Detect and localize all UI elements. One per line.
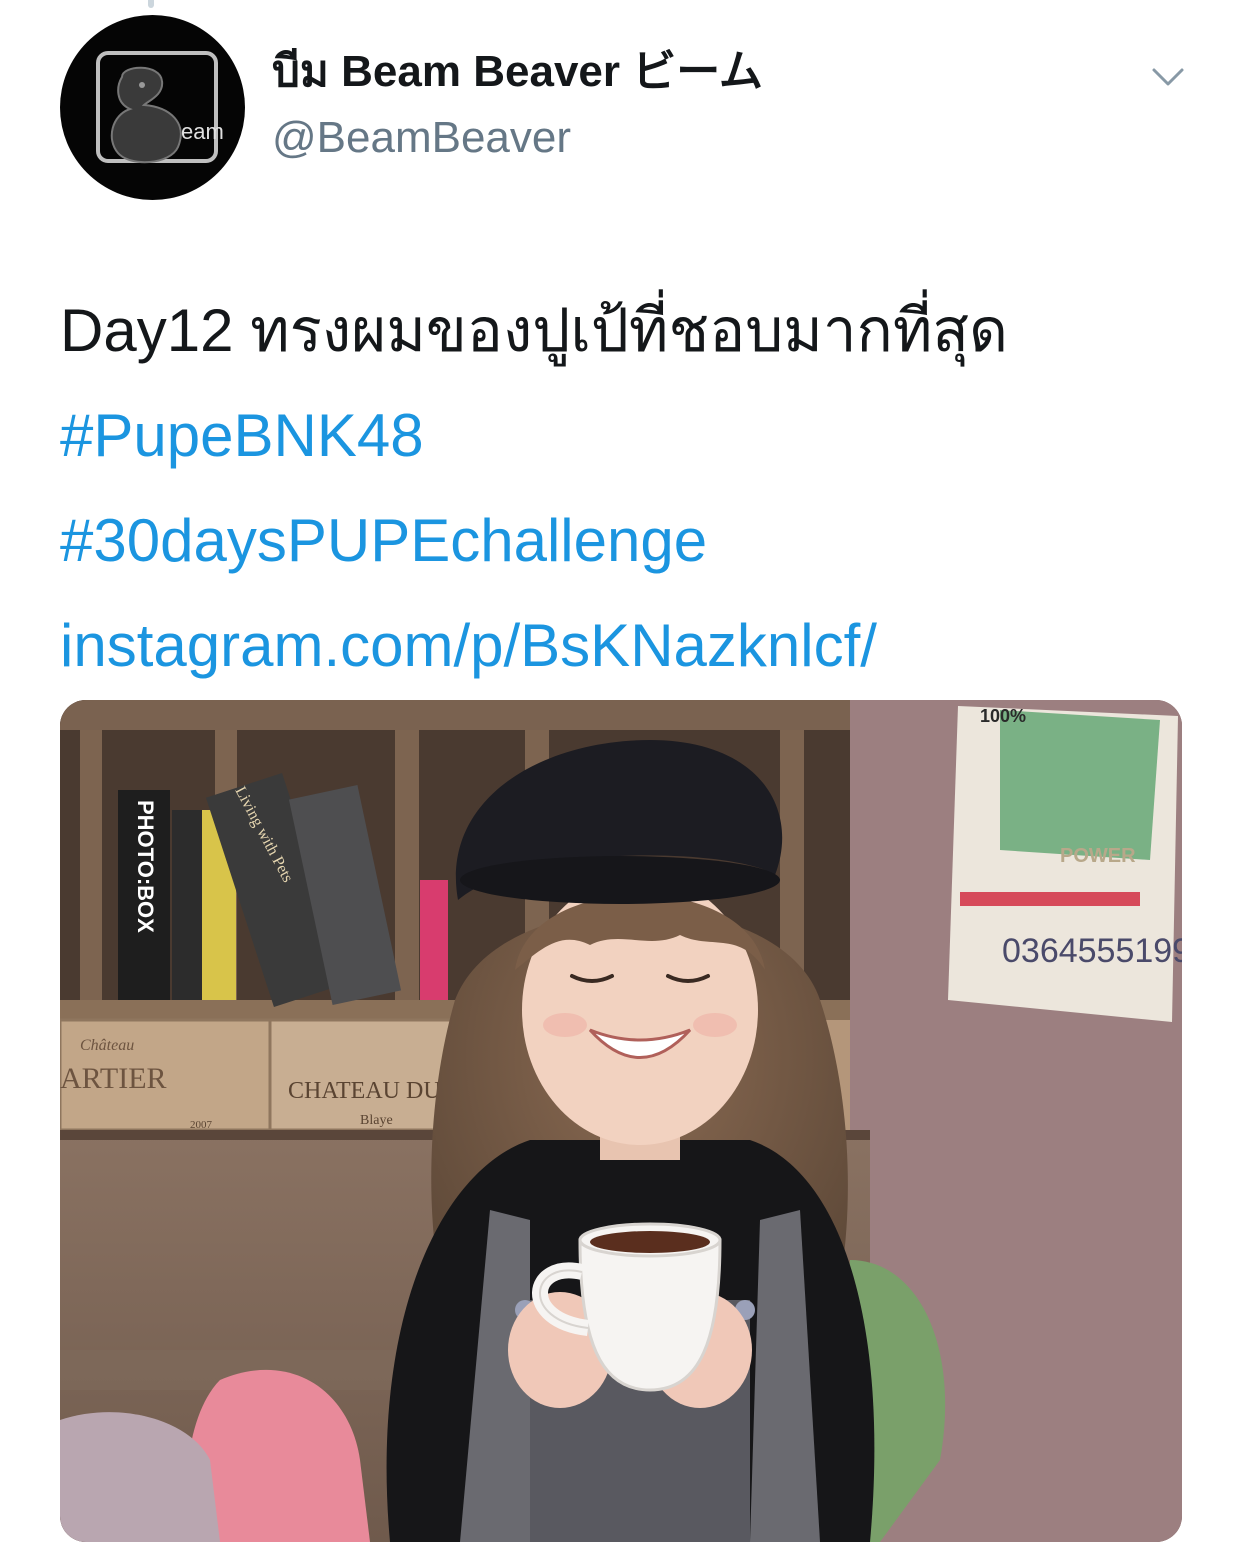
poster-text-phone: 0364555199 [1002,932,1182,970]
tweet-card: eam บีม Beam Beaver ビーム @BeamBeaver Day1… [0,0,1242,1545]
crate-text-chateau: Château [80,1037,134,1054]
user-handle[interactable]: @BeamBeaver [272,108,763,168]
avatar[interactable]: eam [60,15,245,200]
book-spine-photobox: PHOTO:BOX [133,800,158,933]
crate-text-year: 2007 [190,1119,213,1131]
display-name[interactable]: บีม Beam Beaver ビーム [272,42,763,102]
poster-text-power: POWER [1060,845,1136,867]
avatar-text: eam [181,119,224,144]
author-block: บีม Beam Beaver ビーム @BeamBeaver [272,42,763,168]
chevron-down-icon[interactable] [1148,58,1188,98]
tweet-photo[interactable]: PHOTO:BOX Living with Pets Château ARTIE… [60,700,1182,1542]
crate-text-artier: ARTIER [60,1062,167,1095]
crate-text-chateau-du: CHATEAU DU [288,1078,441,1104]
hashtag-link[interactable]: #30daysPUPEchallenge [60,488,1190,593]
hashtag-link[interactable]: #PupeBNK48 [60,383,1190,488]
tweet-body: Day12 ทรงผมของปูเป้ที่ชอบมากที่สุด #Pupe… [60,278,1190,698]
crate-text-blaye: Blaye [360,1113,393,1128]
poster-text-100: 100% [980,706,1026,726]
tweet-text: Day12 ทรงผมของปูเป้ที่ชอบมากที่สุด [60,297,1009,364]
url-link[interactable]: instagram.com/p/BsKNazknlcf/ [60,593,1190,698]
thread-connector [148,0,154,8]
